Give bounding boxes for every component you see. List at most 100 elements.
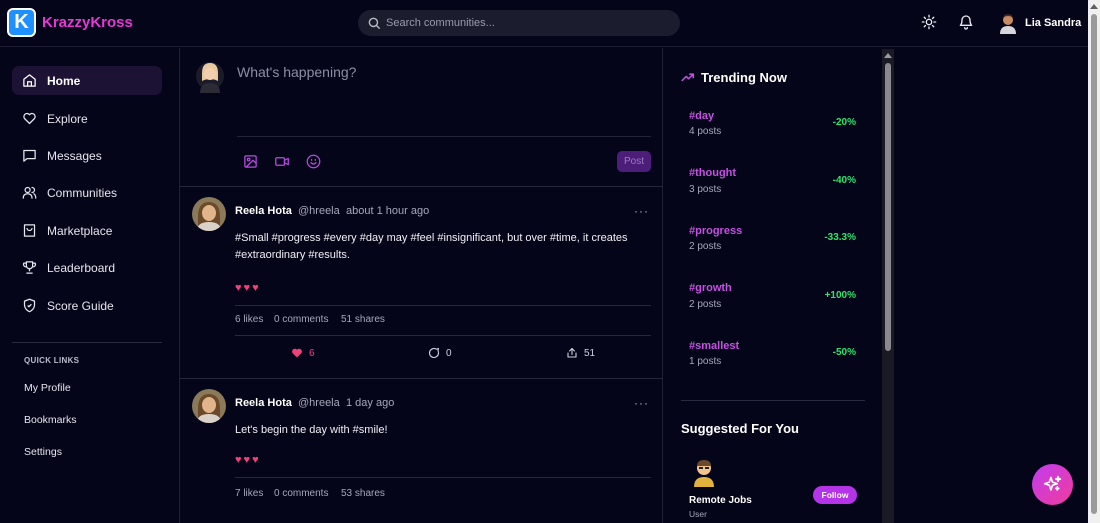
shopping-bag-icon (23, 224, 36, 237)
nav-label: Messages (47, 149, 102, 163)
nav-label: Score Guide (47, 299, 114, 313)
page-scroll-thumb[interactable] (1091, 14, 1097, 514)
sidebar-scrollbar[interactable] (882, 49, 894, 523)
user-name[interactable]: Lia Sandra (1025, 17, 1081, 29)
comment-count: 0 (446, 347, 452, 359)
suggested-avatar[interactable] (691, 457, 717, 487)
suggested-role: User (689, 509, 707, 519)
ai-assistant-button[interactable] (1032, 464, 1073, 505)
suggested-name[interactable]: Remote Jobs (689, 495, 752, 506)
theme-toggle-icon[interactable] (921, 14, 937, 30)
share-button[interactable]: 51 (566, 347, 595, 359)
nav-label: Home (47, 74, 81, 88)
nav-label: Marketplace (47, 224, 113, 238)
like-count: 6 (309, 347, 315, 359)
trending-tag[interactable]: #day (689, 110, 714, 122)
right-sidebar: Trending Now #day 4 posts -20% #thought … (664, 48, 882, 523)
nav-item-communities[interactable]: Communities (12, 178, 162, 207)
trending-change: -50% (832, 347, 856, 358)
trending-icon (681, 73, 695, 82)
app-logo[interactable]: K (7, 8, 36, 37)
trophy-icon (22, 261, 37, 274)
author-avatar[interactable] (192, 389, 226, 423)
comment-icon (428, 347, 440, 359)
quick-links-title: QUICK LINKS (24, 356, 80, 365)
main-feed: What's happening? Post Reela Hota @hreel… (179, 48, 663, 523)
post-card: Reela Hota @hreela about 1 hour ago ··· … (180, 187, 662, 377)
follow-button[interactable]: Follow (813, 486, 857, 504)
post-divider (235, 477, 651, 478)
sidebar-divider (12, 342, 162, 343)
search-input[interactable] (386, 14, 666, 32)
composer-divider (237, 136, 651, 137)
sidebar-scroll-thumb[interactable] (885, 63, 891, 351)
image-icon[interactable] (243, 154, 258, 169)
shares-count: 51 shares (341, 314, 385, 325)
trending-count: 4 posts (689, 126, 722, 137)
shield-icon (23, 298, 36, 313)
right-divider (681, 400, 865, 401)
scroll-up-arrow-icon[interactable] (884, 53, 892, 58)
post-button[interactable]: Post (617, 151, 651, 172)
video-icon[interactable] (274, 154, 290, 169)
trending-tag[interactable]: #growth (689, 282, 732, 294)
bell-icon[interactable] (958, 14, 974, 30)
users-icon (22, 186, 37, 199)
author-avatar[interactable] (192, 197, 226, 231)
message-icon (23, 149, 36, 162)
post-time: 1 day ago (346, 397, 395, 409)
reaction-hearts: ♥♥♥ (235, 282, 261, 294)
likes-count: 7 likes (235, 488, 264, 499)
comments-count: 0 comments (274, 488, 329, 499)
nav-label: Explore (47, 112, 88, 126)
heart-icon (23, 112, 36, 125)
trending-change: -40% (832, 175, 856, 186)
more-options-icon[interactable]: ··· (634, 204, 649, 218)
trending-tag[interactable]: #smallest (689, 340, 739, 352)
quick-link-my-profile[interactable]: My Profile (24, 382, 71, 394)
nav-label: Communities (47, 186, 118, 200)
like-button[interactable]: 6 (291, 347, 315, 359)
nav-item-messages[interactable]: Messages (12, 141, 162, 170)
quick-link-bookmarks[interactable]: Bookmarks (24, 414, 77, 426)
trending-count: 3 posts (689, 184, 722, 195)
comments-count: 0 comments (274, 314, 329, 325)
left-sidebar: Home Explore Messages Communities Market… (0, 48, 178, 523)
app-name[interactable]: KrazzyKross (42, 14, 133, 31)
sparkles-icon (1043, 475, 1062, 491)
nav-item-marketplace[interactable]: Marketplace (12, 216, 162, 245)
scroll-up-arrow-icon[interactable] (1090, 4, 1098, 9)
author-name[interactable]: Reela Hota (235, 397, 292, 409)
emoji-icon[interactable] (306, 154, 321, 169)
user-avatar[interactable] (998, 12, 1018, 34)
nav-item-leaderboard[interactable]: Leaderboard (12, 253, 162, 282)
search-bar[interactable] (358, 10, 680, 36)
nav-item-home[interactable]: Home (12, 66, 162, 95)
composer-input[interactable]: What's happening? (237, 64, 356, 80)
likes-count: 6 likes (235, 314, 264, 325)
trending-tag[interactable]: #thought (689, 167, 736, 179)
trending-count: 1 posts (689, 356, 722, 367)
trending-change: -20% (832, 117, 856, 128)
post-text: #Small #progress #every #day may #feel #… (235, 232, 628, 261)
comment-button[interactable]: 0 (428, 347, 452, 359)
post-text: Let's begin the day with #smile! (235, 424, 388, 436)
post-divider (235, 305, 651, 306)
top-header: K KrazzyKross Lia Sandra (0, 0, 1100, 47)
trending-change: -33.3% (824, 232, 856, 243)
shares-count: 53 shares (341, 488, 385, 499)
nav-item-score-guide[interactable]: Score Guide (12, 291, 162, 320)
quick-link-settings[interactable]: Settings (24, 446, 62, 458)
home-icon (23, 74, 36, 87)
author-name[interactable]: Reela Hota (235, 205, 292, 217)
nav-item-explore[interactable]: Explore (12, 104, 162, 133)
author-handle[interactable]: @hreela (298, 397, 340, 409)
author-handle[interactable]: @hreela (298, 205, 340, 217)
suggested-title: Suggested For You (681, 421, 799, 436)
trending-tag[interactable]: #progress (689, 225, 742, 237)
share-count: 51 (584, 347, 596, 359)
page-scrollbar[interactable] (1088, 0, 1100, 523)
search-icon (368, 17, 380, 29)
more-options-icon[interactable]: ··· (634, 396, 649, 410)
nav-label: Leaderboard (47, 261, 116, 275)
